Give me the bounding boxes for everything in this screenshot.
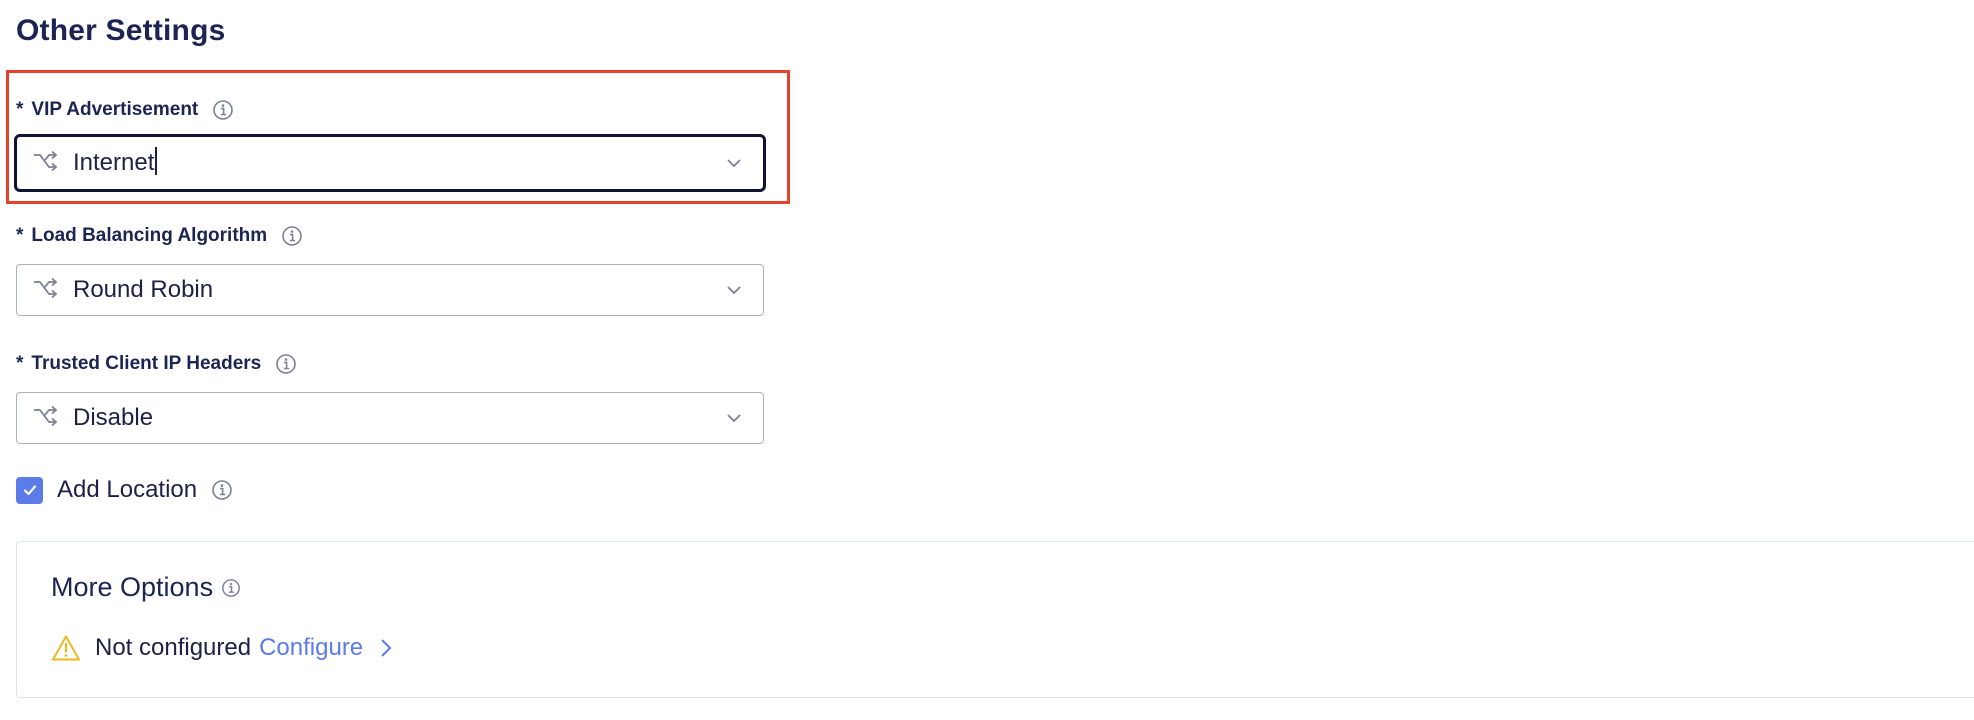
select-value-wrap[interactable]: Internet (73, 147, 725, 178)
info-icon[interactable] (275, 353, 297, 375)
add-location-label[interactable]: Add Location (57, 476, 197, 504)
more-options-card: More Options Not configured Configure (16, 541, 1974, 698)
chevron-down-icon[interactable] (725, 154, 743, 172)
add-location-row: Add Location (16, 475, 233, 505)
vip-advertisement-select[interactable]: Internet (14, 134, 766, 192)
field-label-text: Trusted Client IP Headers (31, 353, 262, 374)
other-settings-page: Other Settings * VIP Advertisement Inter… (0, 0, 1974, 720)
chevron-down-icon[interactable] (725, 281, 743, 299)
more-options-title-row: More Options (51, 572, 241, 603)
info-icon[interactable] (212, 99, 234, 121)
info-icon[interactable] (211, 479, 233, 501)
check-icon (23, 485, 36, 496)
status-text: Not configured (95, 634, 252, 661)
select-value[interactable]: Round Robin (73, 276, 725, 304)
chevron-down-icon[interactable] (725, 409, 743, 427)
section-title: Other Settings (16, 14, 226, 47)
load-balancing-algorithm-field: * Load Balancing Algorithm Round Robin (16, 222, 764, 316)
more-options-title: More Options (51, 572, 214, 602)
field-label: * Load Balancing Algorithm (16, 222, 764, 250)
configure-link-label[interactable]: Configure (259, 634, 363, 662)
route-icon (34, 150, 58, 172)
warning-icon (52, 635, 80, 661)
select-value[interactable]: Internet (73, 149, 154, 176)
route-icon (34, 405, 58, 427)
required-mark: * (16, 353, 24, 374)
add-location-checkbox[interactable] (16, 476, 43, 504)
route-icon (34, 277, 58, 299)
trusted-client-ip-headers-field: * Trusted Client IP Headers Disable (16, 350, 764, 444)
field-label-text: Load Balancing Algorithm (31, 225, 268, 246)
field-label-text: VIP Advertisement (31, 99, 199, 120)
required-mark: * (16, 225, 24, 246)
vip-advertisement-field: * VIP Advertisement Internet (14, 96, 768, 192)
load-balancing-algorithm-select[interactable]: Round Robin (16, 264, 764, 316)
field-label: * Trusted Client IP Headers (16, 350, 764, 378)
info-icon[interactable] (281, 225, 303, 247)
configuration-status-row: Not configured Configure (51, 634, 393, 662)
field-label: * VIP Advertisement (16, 96, 768, 124)
text-cursor (155, 147, 158, 176)
info-icon[interactable] (221, 578, 241, 598)
chevron-right-icon[interactable] (379, 637, 393, 659)
select-value[interactable]: Disable (73, 404, 725, 432)
required-mark: * (16, 99, 24, 120)
configure-link[interactable]: Configure (259, 634, 393, 662)
trusted-client-ip-headers-select[interactable]: Disable (16, 392, 764, 444)
